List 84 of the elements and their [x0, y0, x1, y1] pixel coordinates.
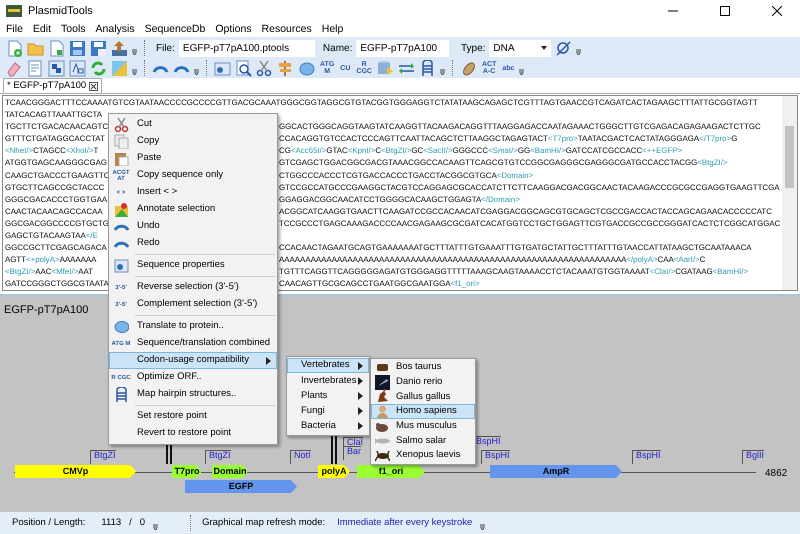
menu-item[interactable]: Annotate selection: [109, 201, 277, 218]
scissors-icon[interactable]: [256, 60, 273, 76]
restriction-site-label[interactable]: BspHI: [632, 450, 661, 464]
restriction-site-label[interactable]: BtgZI: [205, 450, 231, 464]
menu-item[interactable]: File: [6, 22, 23, 37]
status-value: 0: [140, 516, 146, 530]
animal-icon: [375, 374, 390, 390]
text-field[interactable]: EGFP-pT7pA100.ptools: [178, 40, 315, 56]
scroll-thumb[interactable]: [785, 126, 794, 188]
menu-item[interactable]: Paste: [109, 150, 277, 167]
menu-item[interactable]: Cut: [109, 116, 277, 133]
menu-item[interactable]: Map hairpin structures..: [109, 386, 277, 403]
restriction-site-label[interactable]: BspHI: [481, 450, 510, 464]
export-icon[interactable]: [111, 40, 128, 56]
menu-item[interactable]: Gallus gallus: [371, 389, 475, 404]
restriction-site-label[interactable]: NotI: [290, 450, 311, 464]
menu-item[interactable]: Edit: [32, 22, 52, 37]
signpost-icon[interactable]: [277, 60, 294, 76]
status-value: 1113: [101, 516, 122, 530]
field-label: File:: [156, 42, 175, 56]
close-icon[interactable]: [89, 82, 98, 90]
close-icon[interactable]: [772, 6, 782, 16]
menu-item[interactable]: Sequence properties: [109, 257, 277, 274]
menu-item[interactable]: Undo: [109, 218, 277, 235]
magnifier-icon[interactable]: [235, 60, 252, 76]
menu-item[interactable]: Bos taurus: [371, 360, 475, 375]
menu-item[interactable]: Plants: [287, 388, 369, 404]
menu-item[interactable]: Resources: [262, 22, 312, 37]
save-as-icon[interactable]: [90, 40, 107, 56]
field-label: Type:: [460, 42, 486, 56]
menu-item[interactable]: Mus musculus: [371, 418, 475, 434]
menu-item[interactable]: Translate to protein..: [109, 318, 277, 335]
menu-item[interactable]: Help: [322, 22, 344, 37]
status-label: Position / Length:: [12, 516, 86, 530]
window-icon: [114, 258, 128, 273]
restriction-site-label[interactable]: BglII: [742, 450, 764, 464]
menu-item[interactable]: Set restore point: [109, 408, 277, 425]
save-icon[interactable]: [69, 40, 86, 56]
ladder-icon: [114, 387, 128, 402]
sequence-length: 4862: [765, 467, 788, 481]
window-icon[interactable]: [214, 60, 231, 76]
menu-item[interactable]: Options: [215, 22, 252, 37]
maximize-icon[interactable]: [720, 6, 730, 16]
blob-icon[interactable]: [298, 60, 315, 76]
field-label: Name:: [322, 42, 352, 56]
animal-icon: [375, 389, 390, 404]
map-title: EGFP-pT7pA100: [4, 303, 88, 318]
menu-item[interactable]: Codon-usage compatibility: [109, 352, 277, 369]
scrollbar[interactable]: [782, 96, 797, 290]
status-text: /: [129, 516, 132, 530]
menu-item[interactable]: Tools: [61, 22, 86, 37]
document-tab[interactable]: * EGFP-pT7pA100: [3, 78, 102, 93]
paste-icon: [114, 151, 128, 166]
document-icon[interactable]: [48, 40, 65, 56]
restriction-site-label[interactable]: BtgZI: [90, 450, 116, 464]
menu-item[interactable]: Danio rerio: [371, 374, 475, 390]
window-title: PlasmidTools: [28, 4, 93, 19]
menu-item[interactable]: Xenopus laevis: [371, 448, 475, 463]
animal-icon: [375, 404, 390, 419]
type-select[interactable]: DNA: [489, 40, 552, 56]
menu-item[interactable]: Redo: [109, 235, 277, 252]
menu-item[interactable]: Fungi: [287, 404, 369, 419]
refresh-mode-dropdown[interactable]: Immediate after every keystroke: [337, 516, 472, 530]
new-document-icon[interactable]: [6, 40, 23, 56]
dropdown-icon: [541, 46, 548, 50]
status-label: Graphical map refresh mode:: [202, 516, 326, 530]
menu-item[interactable]: Homo sapiens: [371, 404, 475, 419]
app-icon: [6, 5, 22, 17]
select-value: DNA: [493, 42, 515, 56]
menu-item[interactable]: Bacteria: [287, 418, 369, 434]
blob-icon: [114, 319, 128, 334]
scissors-icon: [114, 117, 128, 132]
menu-item[interactable]: Analysis: [96, 22, 135, 37]
menu-item[interactable]: SequenceDb: [144, 22, 206, 37]
menu-item[interactable]: Revert to restore point: [109, 425, 277, 442]
menu-item[interactable]: Vertebrates: [287, 358, 369, 374]
menu-item[interactable]: Invertebrates: [287, 373, 369, 388]
annotate-icon: [114, 202, 128, 217]
text-field[interactable]: EGFP-pT7pA100: [356, 40, 449, 56]
copy-icon: [114, 134, 128, 149]
checklist-icon[interactable]: [27, 60, 44, 76]
menu-item[interactable]: Salmo salar: [371, 433, 475, 448]
menu-item[interactable]: Copy: [109, 133, 277, 150]
restriction-site-label[interactable]: Bar: [343, 446, 362, 460]
